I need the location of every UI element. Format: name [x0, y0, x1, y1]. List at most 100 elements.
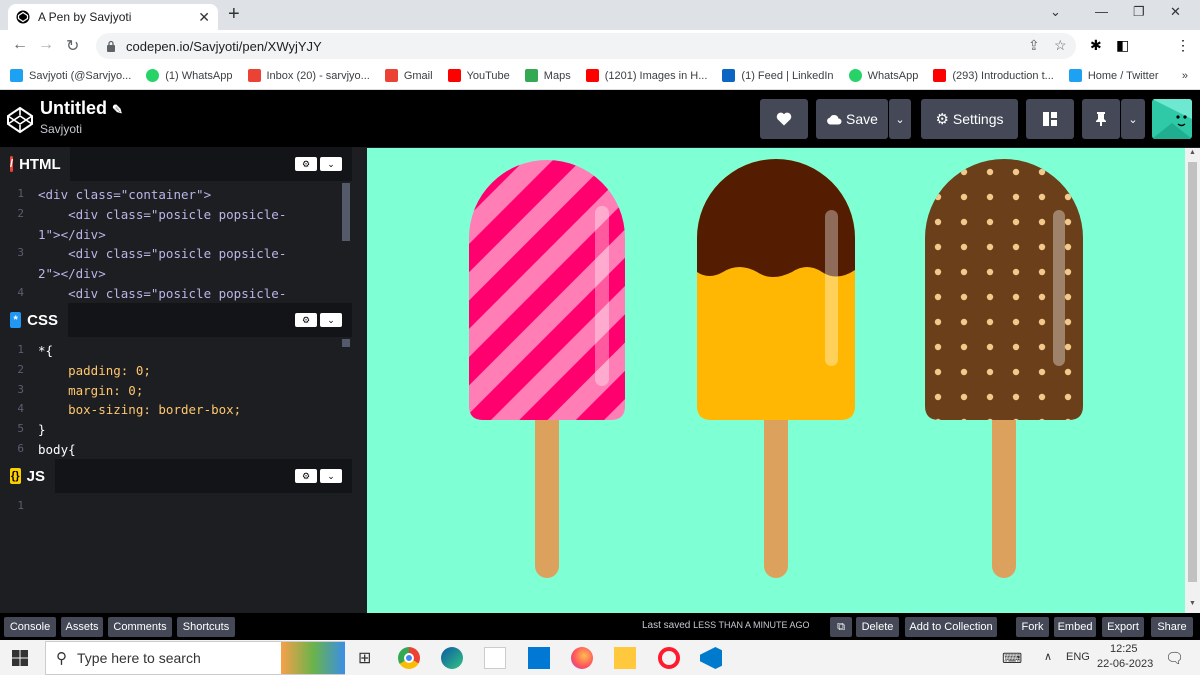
- editor-collapse-chevron-icon[interactable]: ⌄: [320, 157, 342, 171]
- bookmark-item[interactable]: (293) Introduction t...: [933, 69, 1054, 82]
- user-avatar[interactable]: [1152, 99, 1192, 139]
- preview-scroll-thumb[interactable]: [1188, 162, 1197, 582]
- editor-collapse-chevron-icon[interactable]: ⌄: [320, 313, 342, 327]
- taskbar-search-box[interactable]: ⚲ Type here to search: [45, 641, 345, 675]
- footer-console-button[interactable]: Console: [4, 617, 56, 637]
- js-editor-tab[interactable]: {} JS: [0, 459, 55, 493]
- line-number: 1: [17, 343, 24, 356]
- bookmark-item[interactable]: WhatsApp: [848, 69, 918, 82]
- footer-add-to-collection-button[interactable]: Add to Collection: [905, 617, 997, 637]
- tray-chevron-up-icon[interactable]: ∧: [1044, 650, 1052, 663]
- editor-settings-gear-icon[interactable]: ⚙: [295, 157, 317, 171]
- bookmark-star-icon[interactable]: ☆: [1054, 37, 1067, 54]
- reload-icon[interactable]: ↻: [66, 36, 79, 56]
- forward-arrow-icon[interactable]: →: [38, 36, 54, 54]
- close-tab-icon[interactable]: ✕: [198, 9, 210, 26]
- task-view-icon[interactable]: ⊞: [358, 648, 371, 668]
- bookmark-item[interactable]: (1) Feed | LinkedIn: [722, 69, 834, 82]
- footer-embed-button[interactable]: Embed: [1054, 617, 1096, 637]
- bookmark-item[interactable]: Maps: [524, 69, 571, 82]
- scroll-down-icon[interactable]: ▼: [1189, 600, 1196, 607]
- change-view-button[interactable]: [1026, 99, 1074, 139]
- scroll-up-icon[interactable]: ▲: [1189, 149, 1196, 156]
- share-icon[interactable]: ⇪: [1028, 37, 1040, 54]
- js-braces-icon: {}: [10, 468, 21, 484]
- bookmark-item[interactable]: Home / Twitter: [1068, 69, 1159, 82]
- back-arrow-icon[interactable]: ←: [12, 36, 28, 54]
- edge-taskbar-icon[interactable]: [441, 647, 463, 669]
- firefox-taskbar-icon[interactable]: [571, 647, 593, 669]
- css-code-area[interactable]: 1 *{2 padding: 0; 3 margin: 0; 4 box-sizing…: [0, 337, 352, 459]
- close-window-icon[interactable]: ✕: [1170, 4, 1181, 20]
- sidepanel-icon[interactable]: ◧: [1116, 37, 1129, 54]
- save-button[interactable]: Save: [816, 99, 888, 139]
- editor-collapse-chevron-icon[interactable]: ⌄: [320, 469, 342, 483]
- extensions-puzzle-icon[interactable]: ✱: [1090, 37, 1102, 54]
- line-number: 4: [17, 286, 24, 299]
- html-scrollbar[interactable]: [342, 183, 350, 241]
- keyboard-icon[interactable]: ⌨: [1002, 650, 1022, 667]
- code-line: body{: [38, 442, 76, 457]
- mail-taskbar-icon[interactable]: [528, 647, 550, 669]
- windows-start-icon[interactable]: [12, 650, 28, 666]
- store-taskbar-icon[interactable]: [484, 647, 506, 669]
- footer-delete-button[interactable]: Delete: [856, 617, 899, 637]
- language-indicator[interactable]: ENG: [1066, 651, 1090, 663]
- bookmark-item[interactable]: Gmail: [384, 69, 433, 82]
- new-tab-button[interactable]: +: [228, 3, 240, 25]
- bookmark-item[interactable]: Savjyoti (@Sarvjyo...: [10, 69, 131, 82]
- tab-search-chevron-icon[interactable]: ⌄: [1050, 4, 1061, 20]
- js-code-area[interactable]: 1: [0, 493, 352, 613]
- footer-assets-button[interactable]: Assets: [61, 617, 103, 637]
- file-explorer-taskbar-icon[interactable]: [614, 647, 636, 669]
- pen-author[interactable]: Savjyoti: [40, 122, 82, 136]
- editor-resizer[interactable]: [352, 147, 367, 613]
- code-line: margin: 0;: [38, 382, 144, 398]
- css-editor-tab[interactable]: * CSS: [0, 303, 68, 337]
- bookmark-item[interactable]: Inbox (20) - sarvjyo...: [247, 69, 370, 82]
- settings-button[interactable]: ⚙ Settings: [921, 99, 1018, 139]
- popsicle-1-body: [469, 160, 625, 420]
- html-editor-tab[interactable]: / HTML: [0, 147, 70, 181]
- editor-settings-gear-icon[interactable]: ⚙: [295, 469, 317, 483]
- footer-share-button[interactable]: Share: [1151, 617, 1193, 637]
- gear-icon: ⚙: [935, 111, 949, 128]
- minimize-icon[interactable]: —: [1095, 4, 1108, 19]
- css-scrollbar[interactable]: [342, 339, 350, 347]
- like-button[interactable]: [760, 99, 808, 139]
- search-icon: ⚲: [56, 650, 67, 667]
- preview-scrollbar[interactable]: ▲ ▼: [1185, 148, 1200, 613]
- bookmark-item[interactable]: (1201) Images in H...: [585, 69, 708, 82]
- clock-date[interactable]: 22-06-2023: [1097, 658, 1153, 670]
- twitter-icon: [10, 69, 23, 82]
- bookmark-item[interactable]: (1) WhatsApp: [146, 69, 233, 82]
- pen-title[interactable]: Untitled ✎: [40, 98, 123, 119]
- bookmarks-more-icon[interactable]: »: [1182, 70, 1188, 82]
- pin-button[interactable]: [1082, 99, 1120, 139]
- bookmark-label: (1) WhatsApp: [165, 69, 233, 82]
- save-dropdown-button[interactable]: ⌄: [889, 99, 911, 139]
- popsicle-2-body: [697, 159, 855, 420]
- footer-fork-button[interactable]: Fork: [1016, 617, 1049, 637]
- html-code-area[interactable]: 1 <div class="container"> 2 <div class="po…: [0, 181, 352, 303]
- edit-pencil-icon[interactable]: ✎: [112, 102, 123, 117]
- footer-export-button[interactable]: Export: [1102, 617, 1144, 637]
- clock-time[interactable]: 12:25: [1110, 643, 1138, 655]
- footer-comments-button[interactable]: Comments: [108, 617, 172, 637]
- chrome-taskbar-icon[interactable]: [398, 647, 420, 669]
- notifications-icon[interactable]: 🗨: [1165, 649, 1184, 667]
- editor-settings-gear-icon[interactable]: ⚙: [295, 313, 317, 327]
- browser-menu-icon[interactable]: ⋮: [1176, 37, 1190, 54]
- restore-icon[interactable]: ❐: [1133, 4, 1145, 20]
- pin-dropdown-button[interactable]: ⌄: [1121, 99, 1145, 139]
- bookmark-item[interactable]: YouTube: [447, 69, 510, 82]
- footer-shortcuts-button[interactable]: Shortcuts: [177, 617, 235, 637]
- bookmark-label: (1201) Images in H...: [604, 69, 708, 82]
- codepen-logo-icon[interactable]: [6, 106, 34, 134]
- url-bar[interactable]: codepen.io/Savjyoti/pen/XWyjYJY: [96, 33, 1076, 59]
- whatsapp-icon: [848, 69, 862, 82]
- open-external-button[interactable]: ⧉: [830, 617, 852, 637]
- browser-tab[interactable]: A Pen by Savjyoti ✕: [8, 4, 218, 30]
- opera-taskbar-icon[interactable]: [658, 647, 680, 669]
- line-number: 3: [17, 246, 24, 260]
